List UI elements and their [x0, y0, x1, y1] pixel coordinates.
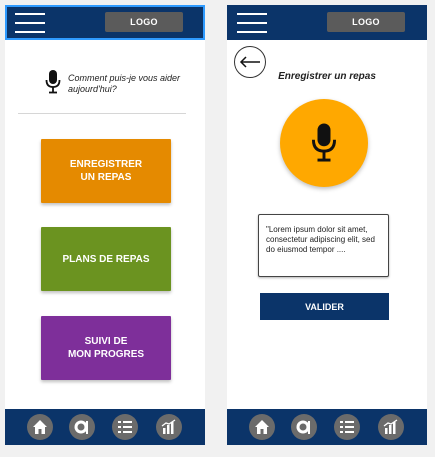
menu-icon[interactable]: [15, 13, 45, 33]
list-icon: [340, 421, 354, 433]
nav-chart-button[interactable]: [156, 414, 182, 440]
nav-chart-button[interactable]: [378, 414, 404, 440]
meal-icon: [296, 420, 310, 434]
microphone-icon: [311, 123, 337, 162]
nav-home-button[interactable]: [27, 414, 53, 440]
home-screen: LOGO Comment puis-je vous aider aujourd'…: [5, 5, 205, 445]
microphone-icon: [45, 70, 61, 94]
meal-icon: [74, 420, 88, 434]
top-bar: LOGO: [5, 5, 205, 40]
top-bar: LOGO: [227, 5, 427, 40]
bottom-nav: [5, 409, 205, 445]
nav-list-button[interactable]: [112, 414, 138, 440]
logo: LOGO: [105, 12, 183, 32]
chart-icon: [161, 419, 176, 434]
page-title: Enregistrer un repas: [278, 71, 376, 82]
nav-meal-button[interactable]: [291, 414, 317, 440]
divider: [18, 113, 186, 114]
nav-home-button[interactable]: [249, 414, 275, 440]
arrow-left-icon: [239, 56, 260, 68]
record-meal-screen: LOGO Enregistrer un repas "Lorem ipsum d…: [227, 5, 427, 445]
meal-plans-button[interactable]: PLANS DE REPAS: [41, 227, 171, 291]
record-voice-button[interactable]: [280, 99, 368, 187]
list-icon: [118, 421, 132, 433]
chart-icon: [383, 419, 398, 434]
validate-button[interactable]: VALIDER: [260, 293, 389, 320]
assistant-question: Comment puis-je vous aider aujourd'hui?: [68, 73, 181, 94]
menu-icon[interactable]: [237, 13, 267, 33]
home-icon: [255, 420, 269, 434]
nav-list-button[interactable]: [334, 414, 360, 440]
transcript-box[interactable]: "Lorem ipsum dolor sit amet, consectetur…: [258, 214, 389, 277]
logo: LOGO: [327, 12, 405, 32]
nav-meal-button[interactable]: [69, 414, 95, 440]
assistant-prompt[interactable]: Comment puis-je vous aider aujourd'hui?: [45, 68, 195, 98]
bottom-nav: [227, 409, 427, 445]
record-meal-button[interactable]: ENREGISTRER UN REPAS: [41, 139, 171, 203]
home-icon: [33, 420, 47, 434]
track-progress-button[interactable]: SUIVI DE MON PROGRES: [41, 316, 171, 380]
